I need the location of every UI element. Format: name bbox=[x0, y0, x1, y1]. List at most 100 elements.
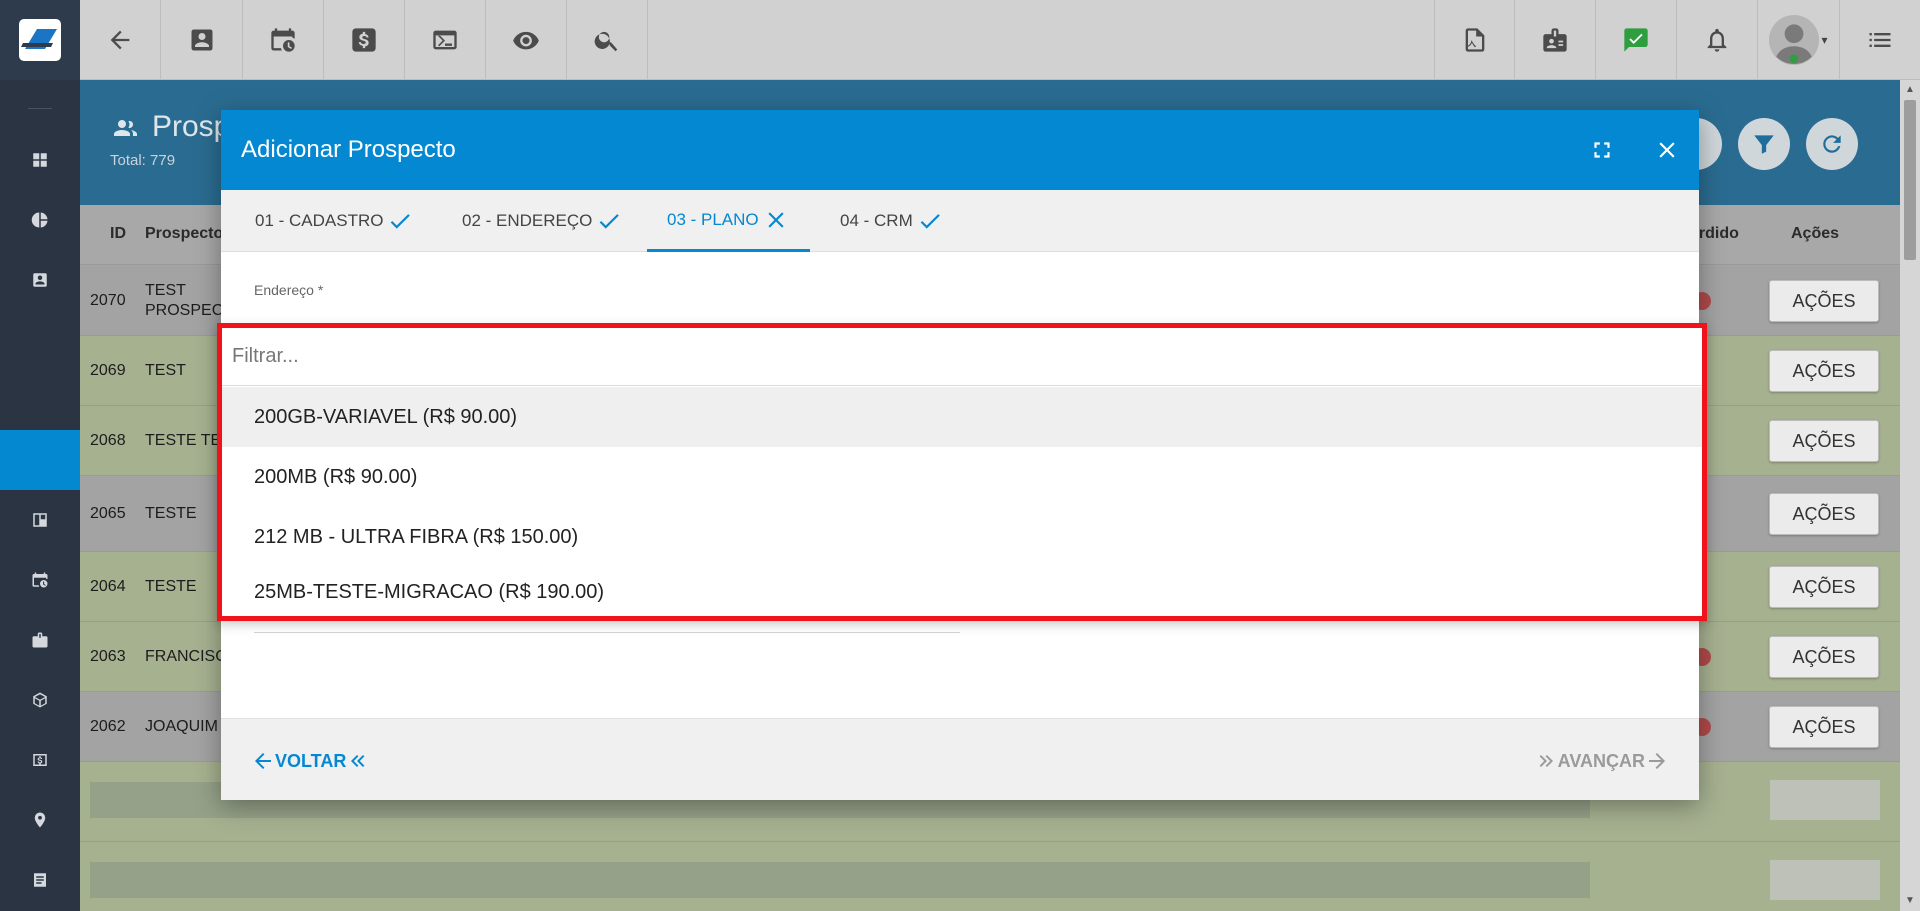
filter-icon bbox=[1754, 135, 1774, 154]
search-button[interactable] bbox=[567, 0, 648, 80]
row-prospect-name: TESTE bbox=[145, 505, 197, 522]
contacts-button[interactable] bbox=[162, 0, 243, 80]
filter-button[interactable] bbox=[1738, 118, 1790, 170]
arrow-right-icon bbox=[1649, 753, 1665, 769]
box-icon bbox=[33, 692, 47, 708]
contact-card-icon bbox=[191, 29, 213, 51]
row-actions-button[interactable]: AÇÕES bbox=[1769, 636, 1879, 678]
notifications-button[interactable] bbox=[1677, 0, 1758, 80]
close-button[interactable] bbox=[1647, 130, 1687, 170]
tab-label: 03 - PLANO bbox=[667, 209, 759, 229]
blurred-content bbox=[90, 862, 1590, 898]
row-actions-button[interactable]: AÇÕES bbox=[1769, 493, 1879, 535]
column-header-prospect[interactable]: Prospecto bbox=[145, 225, 223, 243]
tab-crm[interactable]: 04 - CRM bbox=[820, 190, 963, 252]
blurred-button bbox=[1770, 780, 1880, 820]
sidebar-item-dashboard[interactable] bbox=[0, 130, 80, 190]
plan-dropdown-panel: 200GB-VARIAVEL (R$ 90.00) 200MB (R$ 90.0… bbox=[217, 323, 1707, 621]
row-prospect-name: TEST PROSPECT bbox=[145, 282, 234, 319]
main-menu-button[interactable] bbox=[1839, 0, 1920, 80]
dropdown-filter-input[interactable] bbox=[222, 328, 1702, 386]
row-id: 2063 bbox=[90, 648, 126, 665]
dropdown-option[interactable]: 200MB (R$ 90.00) bbox=[222, 447, 1702, 507]
id-card-button[interactable] bbox=[1515, 0, 1596, 80]
tab-plano[interactable]: 03 - PLANO bbox=[647, 190, 810, 252]
tab-cadastro[interactable]: 01 - CADASTRO bbox=[235, 190, 433, 252]
sidebar-item-map[interactable] bbox=[0, 790, 80, 850]
back-button[interactable] bbox=[80, 0, 161, 80]
sidebar-divider bbox=[28, 108, 52, 109]
finance-button[interactable] bbox=[324, 0, 405, 80]
row-prospect-name: JOAQUIM bbox=[145, 718, 218, 735]
row-id: 2070 bbox=[90, 292, 126, 309]
terminal-icon bbox=[433, 30, 457, 50]
view-button[interactable] bbox=[486, 0, 567, 80]
column-header-actions[interactable]: Ações bbox=[1791, 225, 1839, 243]
row-actions-button[interactable]: AÇÕES bbox=[1769, 350, 1879, 392]
double-chevron-left-icon bbox=[351, 755, 365, 767]
column-header-id[interactable]: ID bbox=[110, 225, 126, 243]
scroll-up-icon[interactable]: ▲ bbox=[1904, 84, 1916, 96]
scroll-thumb[interactable] bbox=[1904, 100, 1916, 260]
row-actions-button[interactable]: AÇÕES bbox=[1769, 420, 1879, 462]
wizard-tabs: 01 - CADASTRO 02 - ENDEREÇO 03 - PLANO 0… bbox=[221, 190, 1699, 252]
sidebar-item-billing[interactable] bbox=[0, 730, 80, 790]
dropdown-option[interactable]: 212 MB - ULTRA FIBRA (R$ 150.00) bbox=[222, 507, 1702, 567]
dropdown-option[interactable]: 200GB-VARIAVEL (R$ 90.00) bbox=[222, 387, 1702, 447]
fullscreen-button[interactable] bbox=[1582, 130, 1622, 170]
user-menu-button[interactable]: ▾ bbox=[1758, 0, 1839, 80]
pdf-button[interactable] bbox=[1434, 0, 1515, 80]
scroll-down-icon[interactable]: ▼ bbox=[1904, 895, 1916, 907]
sidebar-item-prospects[interactable] bbox=[0, 430, 80, 490]
dollar-icon bbox=[352, 28, 376, 52]
grid-icon bbox=[33, 153, 47, 167]
row-prospect-name: TEST bbox=[145, 362, 186, 379]
row-id: 2069 bbox=[90, 362, 126, 379]
sidebar-item-schedule[interactable] bbox=[0, 550, 80, 610]
menu-icon bbox=[1869, 33, 1891, 47]
sidebar-item-board[interactable] bbox=[0, 490, 80, 550]
search-icon bbox=[594, 31, 618, 52]
page-scrollbar[interactable]: ▲ ▼ bbox=[1900, 80, 1920, 911]
double-chevron-right-icon bbox=[1539, 755, 1553, 767]
sidebar-item-reports[interactable] bbox=[0, 190, 80, 250]
blurred-button bbox=[1770, 860, 1880, 900]
bell-icon bbox=[1707, 28, 1727, 52]
error-x-icon bbox=[768, 211, 784, 228]
sidebar-item-documents[interactable] bbox=[0, 850, 80, 910]
contact-card-icon bbox=[33, 273, 47, 287]
id-card-icon bbox=[1543, 28, 1567, 52]
back-step-button[interactable]: VOLTAR bbox=[251, 749, 370, 773]
messages-button[interactable] bbox=[1596, 0, 1677, 80]
dropdown-option[interactable]: 25MB-TESTE-MIGRACAO (R$ 190.00) bbox=[222, 562, 1702, 622]
check-icon bbox=[391, 214, 411, 229]
address-field-label: Endereço * bbox=[254, 282, 324, 298]
tab-endereco[interactable]: 02 - ENDEREÇO bbox=[442, 190, 642, 252]
next-step-button[interactable]: AVANÇAR bbox=[1534, 749, 1669, 773]
row-actions-button[interactable]: AÇÕES bbox=[1769, 566, 1879, 608]
arrow-left-icon bbox=[255, 753, 271, 769]
terminal-button[interactable] bbox=[405, 0, 486, 80]
eye-icon bbox=[513, 31, 539, 50]
row-prospect-name: TESTE bbox=[145, 578, 197, 595]
user-avatar-icon bbox=[1769, 15, 1820, 65]
row-actions-button[interactable]: AÇÕES bbox=[1769, 706, 1879, 748]
people-icon bbox=[110, 116, 140, 140]
dialog-footer: VOLTAR AVANÇAR bbox=[221, 718, 1699, 800]
sidebar-item-inventory[interactable] bbox=[0, 670, 80, 730]
map-pin-icon bbox=[34, 812, 46, 828]
top-toolbar: ▾ bbox=[0, 0, 1920, 80]
message-check-icon bbox=[1624, 28, 1648, 52]
sidebar bbox=[0, 80, 80, 911]
next-step-label: AVANÇAR bbox=[1557, 750, 1645, 771]
sidebar-item-ids[interactable] bbox=[0, 610, 80, 670]
refresh-button[interactable] bbox=[1806, 118, 1858, 170]
app-logo[interactable] bbox=[0, 0, 80, 80]
schedule-button[interactable] bbox=[243, 0, 324, 80]
row-id: 2062 bbox=[90, 718, 126, 735]
sidebar-item-contacts[interactable] bbox=[0, 250, 80, 310]
check-icon bbox=[600, 214, 620, 229]
row-actions-button[interactable]: AÇÕES bbox=[1769, 280, 1879, 322]
page-total-count: Total: 779 bbox=[110, 152, 176, 169]
tab-label: 04 - CRM bbox=[840, 211, 913, 230]
